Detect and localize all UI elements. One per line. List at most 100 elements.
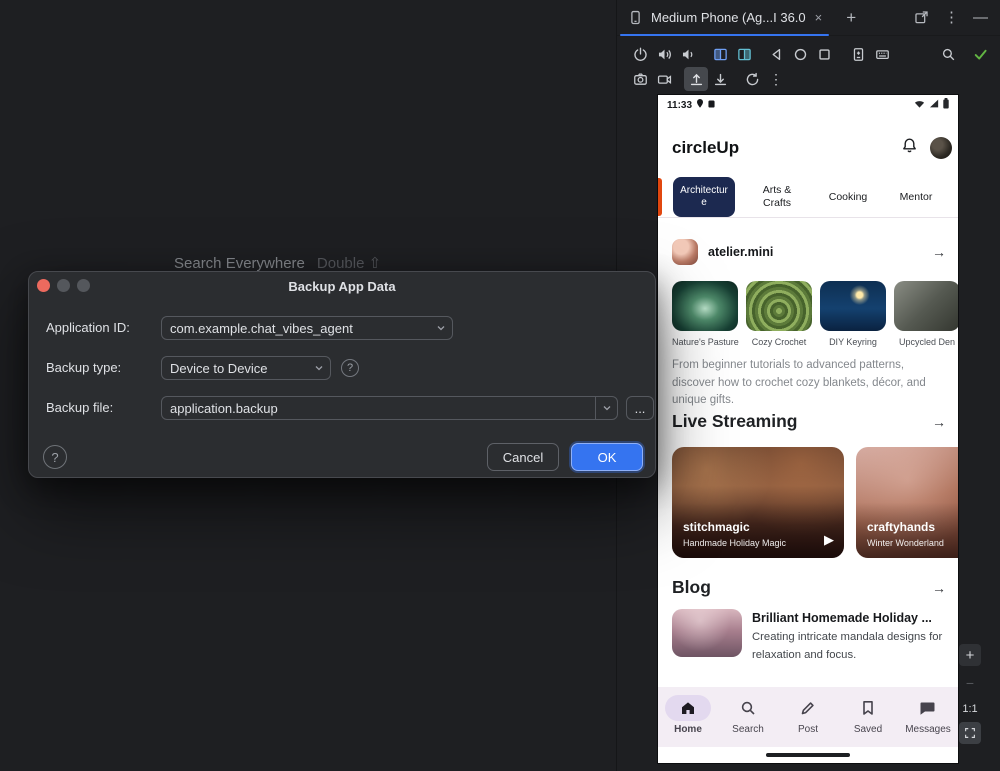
ok-button[interactable]: OK (571, 443, 643, 471)
gesture-handle[interactable] (766, 753, 850, 757)
screenshot-camera-icon[interactable] (628, 67, 652, 91)
nav-item-home[interactable]: Home (658, 687, 718, 747)
play-icon[interactable]: ▶ (824, 532, 834, 548)
collection-card[interactable] (746, 281, 812, 331)
backup-file-value: application.backup (170, 401, 595, 416)
category-tab-bar: Architecture Arts & Crafts Cooking Mento… (658, 176, 958, 218)
tab-close-icon[interactable]: × (815, 10, 823, 25)
status-time: 11:33 (667, 100, 692, 111)
running-devices-header: Medium Phone (Ag...I 36.0 × + ⋮ — (617, 0, 1000, 36)
fold-out-icon[interactable] (708, 42, 732, 66)
panel-minimize-icon[interactable]: — (973, 10, 988, 25)
browse-label: ... (635, 401, 646, 416)
blog-article-title: Brilliant Homemade Holiday ... (752, 611, 954, 625)
backup-app-data-dialog: Backup App Data Application ID: com.exam… (28, 271, 656, 478)
application-id-select[interactable]: com.example.chat_vibes_agent (161, 316, 453, 340)
zoom-ratio-label[interactable]: 1:1 (959, 698, 981, 720)
volume-down-icon[interactable] (676, 42, 700, 66)
keyboard-icon[interactable] (870, 42, 894, 66)
cancel-button[interactable]: Cancel (487, 443, 559, 471)
collection-card[interactable] (894, 281, 958, 331)
device-screen[interactable]: 11:33 circleUp (658, 95, 958, 763)
bottom-navigation: Home Search Post Saved (658, 687, 958, 747)
tab-mentor[interactable]: Mentor (892, 177, 940, 217)
toolbar-more-icon[interactable]: ⋮ (764, 67, 788, 91)
nav-label: Messages (905, 724, 951, 735)
home-icon (665, 695, 711, 721)
tab-architecture[interactable]: Architecture (673, 177, 735, 217)
reset-icon[interactable] (740, 67, 764, 91)
add-device-tab-button[interactable]: + (840, 8, 862, 28)
scrolled-tab-sliver[interactable] (658, 178, 662, 216)
device-toolbar-row1 (628, 41, 992, 67)
volume-up-icon[interactable] (652, 42, 676, 66)
zoom-out-button[interactable]: − (959, 672, 981, 694)
device-toolbar-row2: ⋮ (628, 66, 788, 92)
fold-in-icon[interactable] (732, 42, 756, 66)
nav-item-saved[interactable]: Saved (838, 687, 898, 747)
home-button-icon[interactable] (788, 42, 812, 66)
stream-name: craftyhands (867, 520, 935, 534)
backup-type-value: Device to Device (170, 361, 308, 376)
live-streaming-title: Live Streaming (672, 411, 932, 432)
browse-file-button[interactable]: ... (626, 396, 654, 420)
backup-type-select[interactable]: Device to Device (161, 356, 331, 380)
blog-article[interactable]: Brilliant Homemade Holiday ... Creating … (672, 609, 954, 664)
snapshot-page-icon[interactable] (846, 42, 870, 66)
nav-item-messages[interactable]: Messages (898, 687, 958, 747)
tab-cooking[interactable]: Cooking (822, 177, 874, 217)
stream-card[interactable]: craftyhands Winter Wonderland (856, 447, 958, 558)
live-streaming-header: Live Streaming → (672, 411, 946, 432)
stream-card[interactable]: stitchmagic Handmade Holiday Magic ▶ (672, 447, 844, 558)
collection-label: Cozy Crochet (746, 337, 812, 347)
phone-status-bar: 11:33 (658, 95, 958, 115)
download-restore-icon[interactable] (708, 67, 732, 91)
bell-icon[interactable] (901, 137, 918, 159)
collection-label: Nature's Pasture (672, 337, 738, 347)
backup-file-combobox[interactable]: application.backup (161, 396, 618, 420)
nav-label: Post (798, 724, 818, 735)
power-button-icon[interactable] (628, 42, 652, 66)
stream-name: stitchmagic (683, 520, 750, 534)
open-in-window-icon[interactable] (913, 9, 930, 26)
nav-label: Search (732, 724, 764, 735)
profile-avatar[interactable] (930, 137, 952, 159)
backup-type-help-icon[interactable]: ? (341, 359, 359, 377)
zoom-in-button[interactable]: + (959, 644, 981, 666)
upload-backup-icon[interactable] (684, 67, 708, 91)
nav-item-search[interactable]: Search (718, 687, 778, 747)
tab-arts-and-crafts[interactable]: Arts & Crafts (754, 177, 800, 217)
profile-arrow-icon[interactable]: → (932, 244, 946, 260)
search-everywhere-hint: Search EverywhereDouble ⇧ (174, 254, 381, 272)
fit-to-screen-icon[interactable] (959, 722, 981, 744)
creator-profile-row[interactable]: atelier.mini → (672, 235, 946, 269)
blog-arrow-icon[interactable]: → (932, 580, 946, 596)
chevron-down-icon[interactable] (595, 397, 617, 419)
blog-article-excerpt: Creating intricate mandala designs for r… (752, 629, 954, 664)
dialog-help-button[interactable]: ? (43, 445, 67, 469)
battery-icon (943, 98, 949, 112)
back-button-icon[interactable] (764, 42, 788, 66)
phone-app-bar: circleUp (672, 133, 952, 163)
app-title: circleUp (672, 138, 901, 158)
screen-record-icon[interactable] (652, 67, 676, 91)
overview-button-icon[interactable] (812, 42, 836, 66)
chevron-down-icon (308, 362, 330, 374)
collection-label: Upcycled Den (894, 337, 958, 347)
wifi-icon (914, 99, 925, 111)
device-tab[interactable]: Medium Phone (Ag...I 36.0 × (617, 0, 832, 36)
backup-file-label: Backup file: (46, 396, 113, 420)
nav-item-post[interactable]: Post (778, 687, 838, 747)
collection-label: DIY Keyring (820, 337, 886, 347)
application-id-label: Application ID: (46, 316, 130, 340)
live-streaming-arrow-icon[interactable]: → (932, 414, 946, 430)
application-id-value: com.example.chat_vibes_agent (170, 321, 430, 336)
bookmark-icon (845, 695, 891, 721)
signal-icon (929, 99, 939, 111)
creator-name: atelier.mini (708, 245, 932, 259)
inspect-icon[interactable] (936, 42, 960, 66)
collection-card[interactable] (672, 281, 738, 331)
stream-subtitle: Handmade Holiday Magic (683, 538, 786, 548)
collection-card[interactable] (820, 281, 886, 331)
panel-more-icon[interactable]: ⋮ (944, 10, 959, 25)
